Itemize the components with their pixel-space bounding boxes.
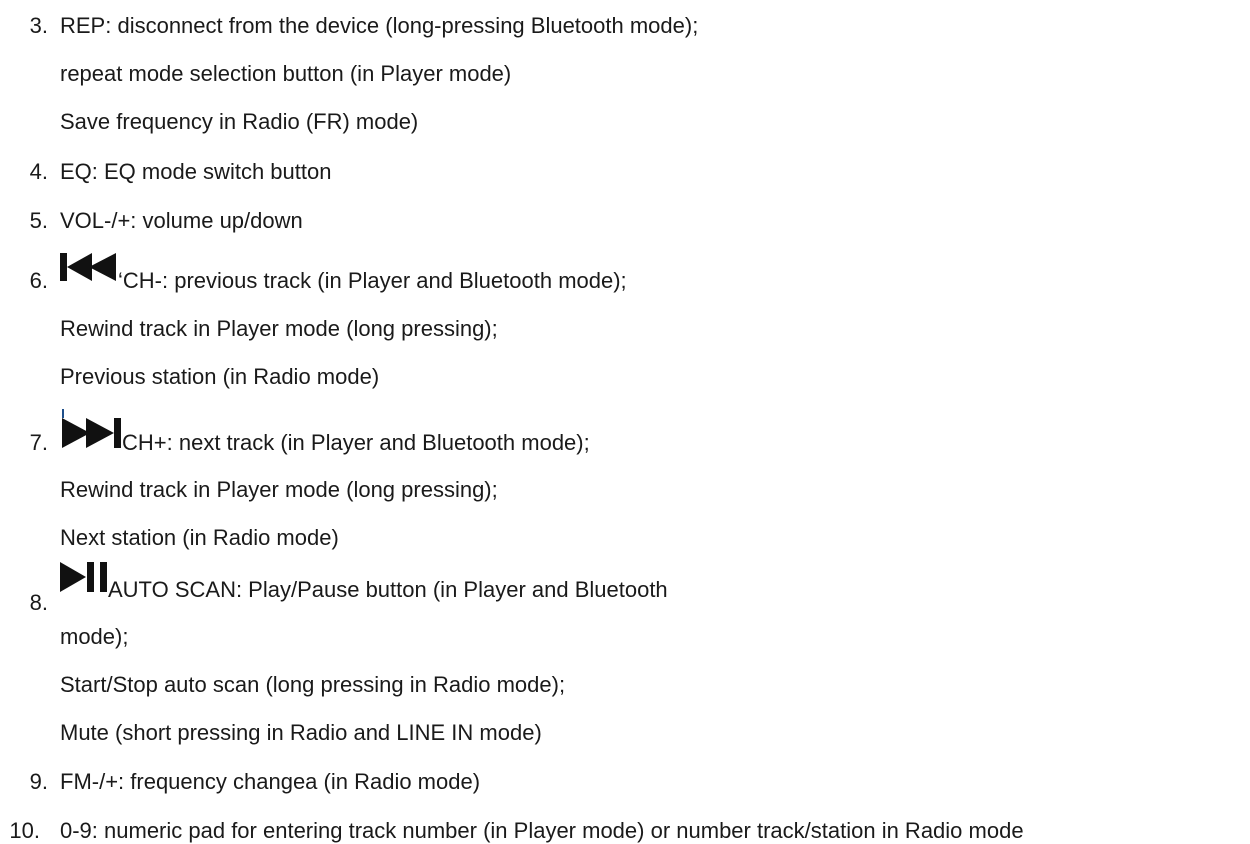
item-number: 3. [29, 13, 48, 38]
item-text: Mute (short pressing in Radio and LINE I… [60, 720, 542, 745]
item-number: 7. [29, 430, 48, 455]
item-text: ‘CH-: previous track (in Player and Blue… [118, 268, 627, 293]
play-pause-icon [60, 562, 112, 598]
item-text: REP: disconnect from the device (long-pr… [60, 13, 699, 38]
item-text: repeat mode selection button (in Player … [60, 61, 512, 86]
item-number: 9. [29, 769, 48, 794]
item-text: Save frequency in Radio (FR) mode) [60, 109, 419, 134]
item-text: AUTO SCAN: Play/Pause button (in Player … [108, 577, 668, 602]
item-text: Next station (in Radio mode) [60, 525, 339, 550]
item-text: CH+: next track (in Player and Bluetooth… [122, 430, 590, 455]
item-text: Rewind track in Player mode (long pressi… [60, 316, 498, 341]
previous-track-icon [60, 253, 118, 287]
item-text: Rewind track in Player mode (long pressi… [60, 477, 498, 502]
next-track-icon [62, 418, 122, 454]
item-number: 10. [9, 818, 40, 843]
item-text: VOL-/+: volume up/down [60, 208, 303, 233]
blue-tick-mark [62, 409, 64, 418]
item-text: Start/Stop auto scan (long pressing in R… [60, 672, 566, 697]
item-text: 0-9: numeric pad for entering track numb… [60, 818, 1024, 843]
item-text: FM-/+: frequency changea (in Radio mode) [60, 769, 481, 794]
item-text: Previous station (in Radio mode) [60, 364, 380, 389]
item-text: EQ: EQ mode switch button [60, 159, 332, 184]
item-number: 8. [29, 590, 48, 615]
item-text: mode); [60, 624, 129, 649]
item-number: 4. [29, 159, 48, 184]
item-number: 6. [29, 268, 48, 293]
item-number: 5. [29, 208, 48, 233]
